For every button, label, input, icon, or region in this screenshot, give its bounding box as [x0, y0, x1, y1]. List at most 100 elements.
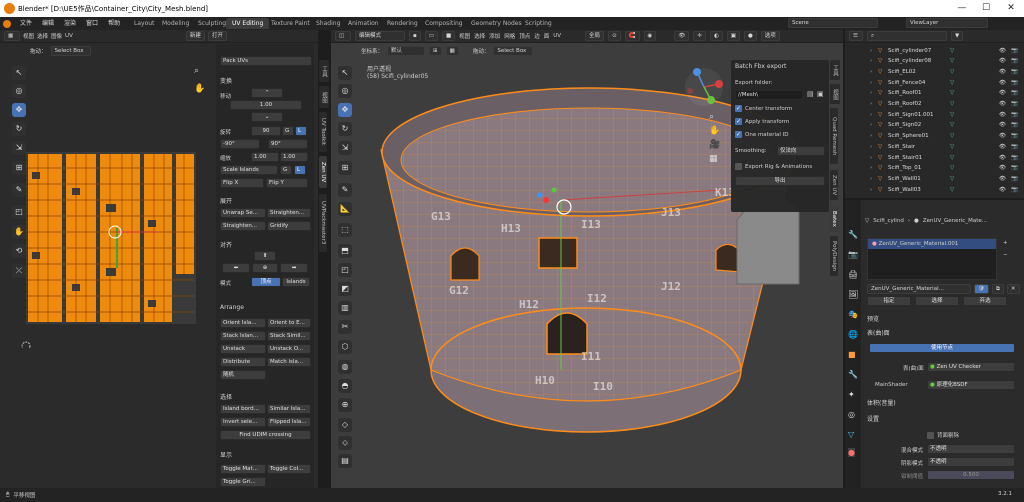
- scale-x-field[interactable]: 1.00: [251, 152, 279, 162]
- overlay-icon[interactable]: ◐: [709, 31, 723, 41]
- visibility-eye-icon[interactable]: 👁: [999, 185, 1006, 196]
- outliner-item[interactable]: › ▽ Scifi_Sphere01 ▽ 👁 📷: [852, 131, 1024, 142]
- visibility-eye-icon[interactable]: 👁: [999, 78, 1006, 89]
- pack-uvs-button[interactable]: Pack UVs: [220, 56, 312, 66]
- outliner-item[interactable]: › ▽ Scifi_Top_01 ▽ 👁 📷: [852, 163, 1024, 174]
- visibility-eye-icon[interactable]: 👁: [999, 56, 1006, 67]
- outliner-item[interactable]: › ▽ Scifi_cylinder08 ▽ 👁 📷: [852, 56, 1024, 67]
- vp-select-tool-icon[interactable]: ↖: [338, 66, 352, 80]
- outliner-item[interactable]: › ▽ Scifi_Roof02 ▽ 👁 📷: [852, 99, 1024, 110]
- outliner-item[interactable]: › ▽ Scifi_Fence04 ▽ 👁 📷: [852, 78, 1024, 89]
- vp-tab-batex[interactable]: Batex: [830, 206, 838, 232]
- xray-icon[interactable]: ▣: [726, 31, 740, 41]
- tab-uv-editing[interactable]: UV Editing: [226, 18, 270, 29]
- blender-menu-icon[interactable]: [3, 19, 11, 28]
- snap-face-icon[interactable]: ▦: [445, 46, 459, 56]
- scale-global-button[interactable]: G: [280, 165, 292, 175]
- cursor-select-icon[interactable]: ↖: [12, 66, 26, 80]
- vp-menu-mesh[interactable]: 网格: [504, 32, 515, 40]
- navigation-gizmo[interactable]: [683, 66, 725, 108]
- world-tab-icon[interactable]: 🌐: [848, 330, 858, 339]
- pan-hand-icon[interactable]: ✋: [194, 84, 205, 94]
- apply-transform-checkbox[interactable]: ✓ Apply transform: [735, 118, 789, 125]
- transform-section[interactable]: 变换: [220, 76, 232, 85]
- vp-annotate-tool-icon[interactable]: ✎: [338, 183, 352, 197]
- display-section[interactable]: 显示: [220, 450, 232, 459]
- vp-move-tool-icon[interactable]: ✥: [338, 103, 352, 117]
- scale-y-field[interactable]: 1.00: [280, 152, 308, 162]
- 3d-viewport[interactable]: ◫ 编辑模式 ▪ ▭ ■ 视图 选择 添加 网格 顶点 边 面 UV 全局 ⊙ …: [331, 30, 843, 488]
- vp-rip-icon[interactable]: ⬦: [338, 436, 352, 450]
- vp-menu-face[interactable]: 面: [544, 32, 550, 40]
- expand-arrow-icon[interactable]: ›: [870, 99, 872, 110]
- render-camera-icon[interactable]: 📷: [1011, 78, 1018, 89]
- clip-threshold-field[interactable]: 0.500: [927, 470, 1015, 480]
- output-tab-icon[interactable]: 🖨: [848, 270, 858, 279]
- visibility-eye-icon[interactable]: 👁: [999, 67, 1006, 78]
- find-udim-crossing-button[interactable]: Find UDIM crossing: [220, 430, 311, 440]
- maximize-button[interactable]: ☐: [979, 2, 993, 14]
- move-up-button[interactable]: ⌃: [251, 88, 283, 98]
- surface-shader-field[interactable]: ● Zen UV Checker: [927, 362, 1015, 372]
- expand-arrow-icon[interactable]: ›: [870, 163, 872, 174]
- outliner-item[interactable]: › ▽ Scifi_Sign02 ▽ 👁 📷: [852, 120, 1024, 131]
- visibility-eye-icon[interactable]: 👁: [999, 110, 1006, 121]
- tab-scripting[interactable]: Scripting: [519, 18, 558, 29]
- align-section[interactable]: 对齐: [220, 240, 232, 249]
- vp-pan-icon[interactable]: ✋: [709, 126, 720, 136]
- distribute-button[interactable]: Distribute: [220, 357, 266, 367]
- snap-toggle-icon[interactable]: ⊞: [429, 46, 442, 56]
- view-layer-tab-icon[interactable]: 🖼: [848, 290, 858, 299]
- scene-selector[interactable]: Scene: [788, 18, 878, 28]
- select-section[interactable]: 选择: [220, 392, 232, 401]
- rotate-tool-icon[interactable]: ↻: [12, 122, 26, 136]
- toggle-grid-button[interactable]: Toggle Gri...: [220, 477, 266, 487]
- batch-fbx-title[interactable]: Batch Fbx export: [735, 63, 786, 70]
- render-camera-icon[interactable]: 📷: [1011, 88, 1018, 99]
- uv-tab-uv-toolkit[interactable]: UV Toolkit: [319, 112, 327, 152]
- outliner-filter-icon[interactable]: ▼: [951, 31, 964, 41]
- randomize-button[interactable]: 随机: [220, 370, 266, 380]
- mode-islands-button[interactable]: Islands: [282, 277, 310, 287]
- vp-measure-tool-icon[interactable]: 📐: [338, 202, 352, 216]
- remove-slot-icon[interactable]: −: [1003, 252, 1008, 258]
- vp-add-cube-icon[interactable]: ⬚: [338, 223, 352, 237]
- expand-arrow-icon[interactable]: ›: [870, 174, 872, 185]
- invert-selection-button[interactable]: Invert sele...: [220, 417, 266, 427]
- expand-arrow-icon[interactable]: ›: [870, 120, 872, 131]
- rotate-cw-button[interactable]: 90°: [268, 139, 308, 149]
- select-button[interactable]: 选择: [915, 296, 959, 306]
- toggle-material-button[interactable]: Toggle Mat...: [220, 464, 266, 474]
- scale-islands-button[interactable]: Scale Islands: [220, 165, 278, 175]
- material-slot[interactable]: ● ZenUV_Generic_Material.001: [868, 239, 996, 249]
- viewport-editor-type-icon[interactable]: ◫: [335, 31, 351, 41]
- vp-camera-icon[interactable]: 🎥: [709, 140, 720, 150]
- vp-tab-zen-uv[interactable]: Zen UV: [830, 170, 838, 200]
- uv-menu-select[interactable]: 选择: [37, 32, 48, 40]
- expand-arrow-icon[interactable]: ›: [870, 78, 872, 89]
- editor-type-icon[interactable]: ▦: [4, 31, 20, 41]
- center-transform-checkbox[interactable]: ✓ Center transform: [735, 105, 792, 112]
- outliner-item[interactable]: › ▽ Scifi_Wall03 ▽ 👁 📷: [852, 185, 1024, 196]
- vp-scale-tool-icon[interactable]: ⇲: [338, 141, 352, 155]
- vp-polybuild-icon[interactable]: ⬡: [338, 340, 352, 354]
- uv-tab-zen-uv[interactable]: Zen UV: [319, 156, 327, 188]
- gizmo-icon[interactable]: ✛: [693, 31, 706, 41]
- options-dropdown[interactable]: 选项: [760, 31, 780, 41]
- particles-tab-icon[interactable]: ✦: [848, 390, 855, 399]
- viewlayer-selector[interactable]: ViewLayer: [906, 18, 988, 28]
- expand-arrow-icon[interactable]: ›: [870, 153, 872, 164]
- render-camera-icon[interactable]: 📷: [1011, 99, 1018, 110]
- object-tab-icon[interactable]: ■: [848, 350, 856, 359]
- vp-smooth-icon[interactable]: ◓: [338, 379, 352, 393]
- uv-tab-view[interactable]: 视图: [319, 86, 329, 108]
- export-rig-checkbox[interactable]: Export Rig & Animations: [735, 163, 812, 170]
- visibility-eye-icon[interactable]: 👁: [999, 88, 1006, 99]
- outliner-item[interactable]: › ▽ Scifi_cylinder07 ▽ 👁 📷: [852, 46, 1024, 57]
- vp-menu-edge[interactable]: 边: [534, 32, 540, 40]
- tab-animation[interactable]: Animation: [342, 18, 385, 29]
- open-image-button[interactable]: 打开: [207, 31, 227, 41]
- smoothing-dropdown[interactable]: 仅法向: [777, 146, 825, 156]
- tab-rendering[interactable]: Rendering: [381, 18, 424, 29]
- orient-islands-button[interactable]: Orient Isla...: [220, 318, 266, 328]
